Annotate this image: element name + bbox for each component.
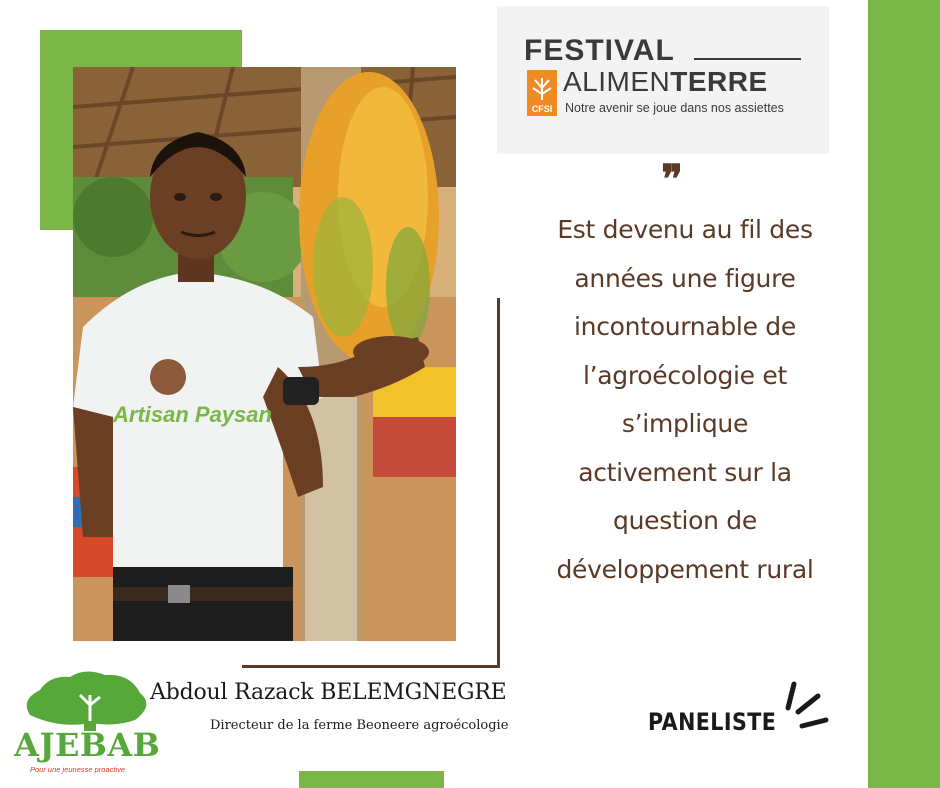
quote-line: années une figure xyxy=(574,263,796,293)
burst-lines-icon xyxy=(780,680,830,730)
decorative-green-sidebar xyxy=(868,0,940,788)
burkina-map-tree-icon xyxy=(26,671,147,731)
quote-line: question de xyxy=(613,506,757,535)
festival-alimenterre-logo: FESTIVAL CFSI ALIMENTERRE Notre avenir s… xyxy=(497,6,829,154)
alimenterre-bold: TERRE xyxy=(670,66,768,97)
speaker-name: Abdoul Razack BELEMGNEGRE xyxy=(150,680,507,705)
quote-line: activement sur la xyxy=(578,457,792,487)
leaf-icon xyxy=(532,78,552,100)
frame-line-vertical xyxy=(497,298,500,668)
decorative-green-bottom-bar xyxy=(299,771,444,788)
festival-logo-alimenterre: ALIMENTERRE xyxy=(563,68,768,96)
alimenterre-light: ALIMEN xyxy=(563,66,671,97)
quote-mark-icon: ❞ xyxy=(661,156,683,203)
festival-logo-word: FESTIVAL xyxy=(524,34,675,67)
shirt-print-text: Artisan Paysan xyxy=(112,402,272,427)
quote-line: incontournable de xyxy=(574,312,796,341)
cfsi-badge-text: CFSI xyxy=(531,104,553,114)
quote-text: Est devenu au fil des années une figure … xyxy=(530,206,840,594)
frame-line-horizontal xyxy=(242,665,500,668)
paneliste-label: PANELISTE xyxy=(648,708,777,736)
quote-line: développement rural xyxy=(556,554,814,584)
speaker-role: Directeur de la ferme Beoneere agroécolo… xyxy=(210,718,509,733)
quote-line: s’implique xyxy=(621,409,749,438)
cfsi-badge: CFSI xyxy=(527,70,557,116)
festival-logo-tagline: Notre avenir se joue dans nos assiettes xyxy=(565,101,784,115)
ajebab-logo: AJEBAB Pour une jeunesse proactive xyxy=(10,665,160,785)
ajebab-tagline: Pour une jeunesse proactive xyxy=(30,765,126,774)
quote-line: Est devenu au fil des xyxy=(557,215,813,244)
festival-logo-rule xyxy=(694,58,801,60)
ajebab-name: AJEBAB xyxy=(14,726,161,764)
quote-line: l’agroécologie et xyxy=(583,360,787,390)
speaker-photo: Artisan Paysan xyxy=(73,67,456,641)
